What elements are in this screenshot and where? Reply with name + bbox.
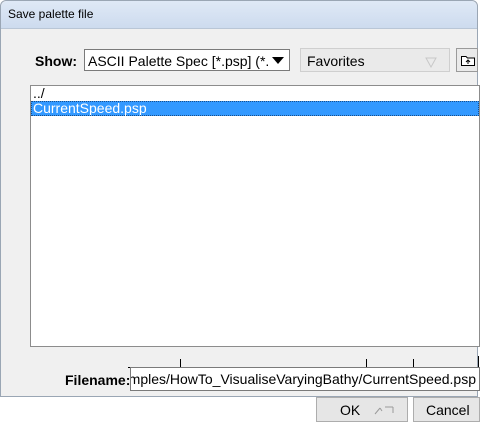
file-type-dropdown[interactable]: ASCII Palette Spec [*.psp] (*.p: [84, 49, 290, 71]
filename-value: imples/HowTo_VisualiseVaryingBathy/Curre…: [130, 371, 476, 387]
show-label: Show:: [35, 53, 77, 69]
dialog-content: Show: ASCII Palette Spec [*.psp] (*.p Fa…: [7, 29, 480, 422]
folder-up-icon: [460, 53, 476, 72]
save-palette-dialog: Save palette file Show: ASCII Palette Sp…: [0, 0, 480, 422]
triangle-down-outline-icon: [425, 55, 437, 69]
cancel-button[interactable]: Cancel: [413, 397, 480, 422]
filename-label: Filename:: [65, 372, 131, 388]
filename-input[interactable]: imples/HowTo_VisualiseVaryingBathy/Curre…: [130, 367, 480, 391]
list-item-parent-dir[interactable]: ../: [31, 86, 479, 101]
ok-button[interactable]: OK: [316, 397, 408, 422]
file-list[interactable]: ../ CurrentSpeed.psp: [30, 85, 480, 347]
list-item-currentspeed[interactable]: CurrentSpeed.psp: [31, 101, 479, 116]
window-title: Save palette file: [8, 7, 94, 21]
title-bar: Save palette file: [1, 1, 477, 29]
favorites-label: Favorites: [307, 53, 365, 69]
file-type-value: ASCII Palette Spec [*.psp] (*.p: [88, 53, 268, 69]
favorites-button[interactable]: Favorites: [300, 48, 450, 72]
triangle-down-icon[interactable]: [269, 52, 287, 68]
filename-ruler: [128, 355, 480, 368]
ok-button-label: OK: [340, 402, 361, 418]
parent-folder-button[interactable]: [456, 48, 478, 72]
cancel-button-label: Cancel: [426, 402, 470, 418]
